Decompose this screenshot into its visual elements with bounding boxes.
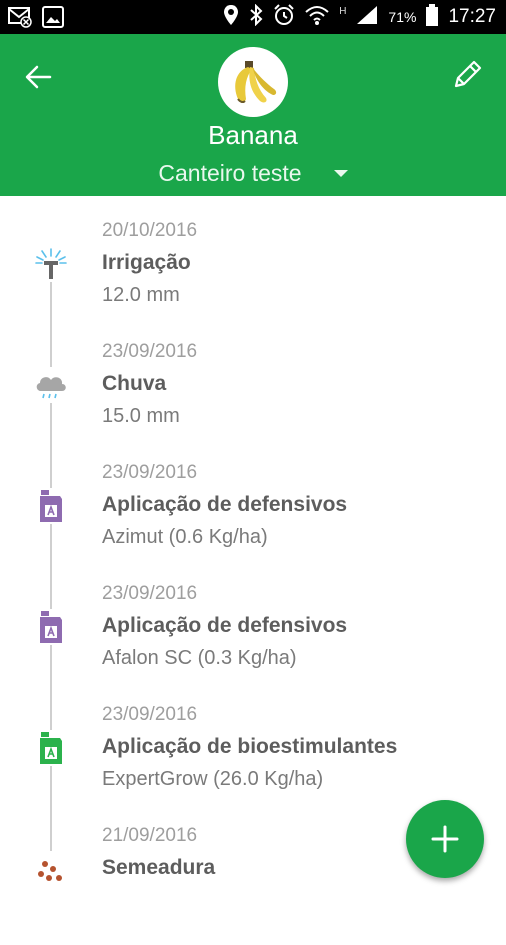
rain-cloud-icon (34, 367, 68, 403)
event-date: 23/09/2016 (102, 583, 198, 604)
missed-email-icon (8, 6, 32, 33)
pencil-icon (454, 60, 482, 88)
event-date: 23/09/2016 (102, 462, 198, 483)
event-detail: ExpertGrow (26.0 Kg/ha) (102, 768, 324, 790)
timeline-event-pesticide[interactable]: 23/09/2016 Aplicação de defensivos Afalo… (0, 583, 506, 703)
biostimulant-jug-icon (34, 730, 68, 766)
plot-name: Canteiro teste (158, 159, 302, 186)
sprinkler-icon (34, 246, 68, 282)
add-event-button[interactable] (406, 800, 484, 878)
event-date: 21/09/2016 (102, 825, 198, 846)
timeline-event-pesticide[interactable]: 23/09/2016 Aplicação de defensivos Azimu… (0, 462, 506, 582)
signal-icon (356, 5, 378, 30)
crop-header: Banana Canteiro teste (0, 34, 506, 196)
bluetooth-icon (249, 3, 263, 31)
arrow-back-icon (25, 65, 52, 89)
event-detail: Azimut (0.6 Kg/ha) (102, 526, 268, 548)
banana-icon (235, 61, 277, 104)
event-date: 23/09/2016 (102, 341, 198, 362)
plot-dropdown[interactable]: Canteiro teste (0, 158, 506, 188)
event-title: Aplicação de defensivos (102, 614, 348, 637)
event-title: Chuva (102, 372, 167, 395)
seeds-icon (34, 851, 68, 887)
event-detail: Afalon SC (0.3 Kg/ha) (102, 647, 297, 669)
event-title: Aplicação de defensivos (102, 493, 348, 516)
crop-avatar (218, 47, 288, 117)
dropdown-caret-icon (333, 169, 348, 177)
edit-button[interactable] (450, 58, 484, 92)
image-icon (42, 6, 64, 33)
timeline-event-irrigation[interactable]: 20/10/2016 Irrigação 12.0 mm (0, 220, 506, 340)
event-detail: 12.0 mm (102, 284, 180, 306)
timeline-event-rain[interactable]: 23/09/2016 Chuva 15.0 mm (0, 341, 506, 461)
battery-icon (426, 3, 439, 31)
crop-name: Banana (208, 120, 298, 150)
back-button[interactable] (22, 60, 56, 94)
clock-time: 17:27 (448, 6, 496, 27)
battery-percent: 71% (388, 9, 417, 25)
event-detail: 15.0 mm (102, 405, 180, 427)
pesticide-jug-icon (34, 488, 68, 524)
location-icon (223, 4, 239, 31)
event-title: Irrigação (102, 251, 191, 274)
plus-icon (431, 825, 459, 853)
event-date: 23/09/2016 (102, 704, 198, 725)
network-type: H (339, 5, 347, 17)
wifi-icon (305, 5, 329, 30)
pesticide-jug-icon (34, 609, 68, 645)
event-date: 20/10/2016 (102, 220, 198, 241)
event-title: Aplicação de bioestimulantes (102, 735, 398, 758)
status-bar: H 71% 17:27 (0, 0, 506, 34)
alarm-icon (273, 3, 295, 31)
event-title: Semeadura (102, 856, 216, 879)
